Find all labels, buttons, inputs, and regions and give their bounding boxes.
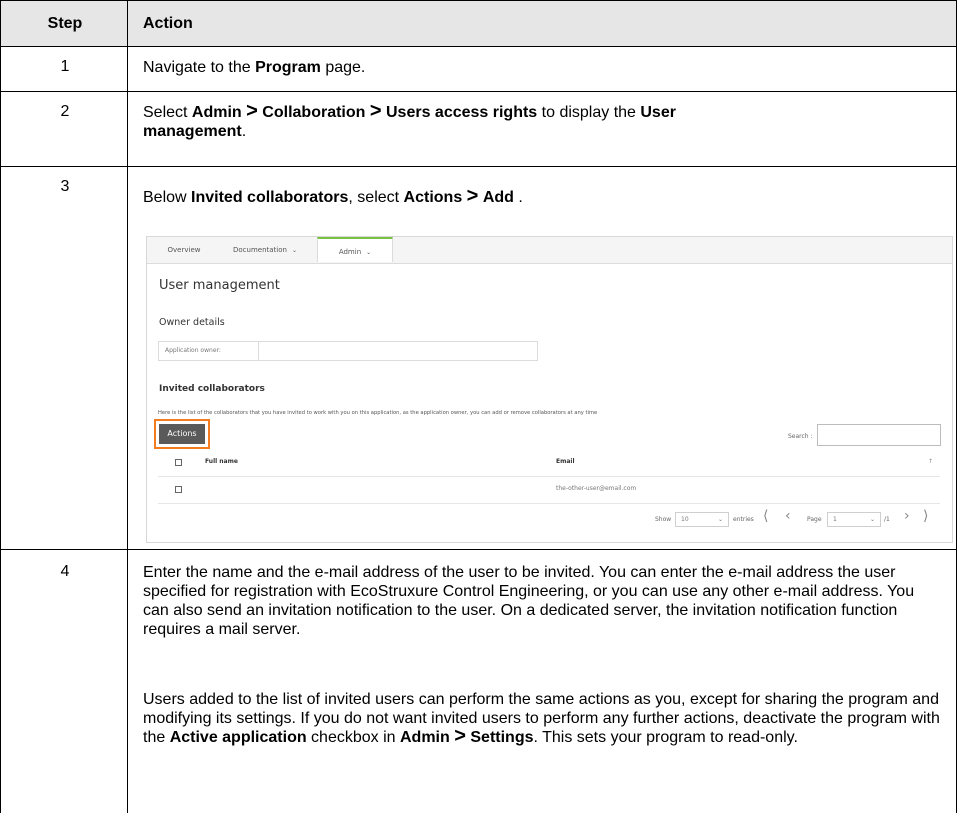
application-owner-field[interactable]: Application owner: [158, 341, 538, 361]
action-cell-1: Navigate to the Program page. [127, 47, 957, 92]
action-text: Select Admin > Collaboration > Users acc… [143, 100, 676, 140]
step-cell-3: 3 [0, 167, 128, 550]
search-input[interactable] [817, 424, 941, 446]
actions-highlight: Actions [154, 419, 210, 449]
header-action-cell: Action [127, 0, 957, 47]
last-page-icon[interactable]: ⟩ [923, 508, 928, 524]
step-cell-4: 4 [0, 550, 128, 813]
actions-button[interactable]: Actions [159, 424, 205, 444]
collaborators-description: Here is the list of the collaborators th… [158, 410, 598, 416]
owner-details-heading: Owner details [159, 317, 225, 328]
table-row: the-other-user@email.com [158, 477, 940, 504]
step-number: 4 [60, 563, 70, 580]
next-page-icon[interactable]: › [904, 508, 910, 524]
page-title: User management [159, 278, 280, 293]
tab-overview[interactable]: Overview [159, 237, 209, 263]
step-number: 1 [60, 58, 70, 75]
header-step-cell: Step [0, 0, 128, 47]
search-label: Search : [788, 433, 813, 440]
entries-select[interactable]: 10 ⌄ [675, 512, 729, 527]
page-label: Page [807, 516, 822, 523]
invited-collaborators-heading: Invited collaborators [159, 384, 265, 394]
select-all-checkbox[interactable] [175, 459, 182, 466]
user-management-screenshot: Overview Documentation ⌄ Admin ⌄ User mana… [146, 236, 953, 543]
row-email: the-other-user@email.com [556, 485, 637, 492]
table-header-row: Full name Email ↑ [158, 450, 940, 477]
chevron-down-icon: ⌄ [717, 516, 723, 523]
action-cell-4: Enter the name and the e-mail address of… [127, 550, 957, 813]
chevron-down-icon: ⌄ [869, 516, 875, 523]
page-select[interactable]: 1 ⌄ [827, 512, 881, 527]
action-text: Below Invited collaborators, select Acti… [143, 185, 523, 207]
tab-admin[interactable]: Admin ⌄ [317, 237, 393, 262]
column-email[interactable]: Email [556, 458, 575, 465]
show-label: Show [655, 516, 672, 523]
page-total: /1 [884, 516, 890, 523]
sort-arrow-icon[interactable]: ↑ [928, 458, 933, 465]
action-paragraph-1: Enter the name and the e-mail address of… [143, 564, 915, 638]
first-page-icon[interactable]: ⟨ [763, 508, 768, 524]
chevron-down-icon: ⌄ [291, 247, 297, 254]
tab-documentation[interactable]: Documentation ⌄ [225, 237, 305, 263]
step-number: 2 [60, 103, 70, 120]
chevron-down-icon: ⌄ [366, 249, 372, 256]
row-checkbox[interactable] [175, 486, 182, 493]
action-cell-2: Select Admin > Collaboration > Users acc… [127, 92, 957, 167]
header-action: Action [143, 15, 193, 32]
entries-label: entries [733, 516, 754, 523]
previous-page-icon[interactable]: ‹ [785, 508, 791, 524]
column-full-name[interactable]: Full name [205, 458, 238, 465]
action-paragraph-2: Users added to the list of invited users… [143, 691, 940, 747]
action-text: Navigate to the Program page. [143, 59, 366, 76]
application-owner-label: Application owner: [159, 342, 259, 360]
step-cell-2: 2 [0, 92, 128, 167]
header-step: Step [47, 15, 83, 32]
step-cell-1: 1 [0, 47, 128, 92]
tab-bar: Overview Documentation ⌄ Admin ⌄ [147, 237, 952, 264]
step-number: 3 [60, 178, 70, 195]
